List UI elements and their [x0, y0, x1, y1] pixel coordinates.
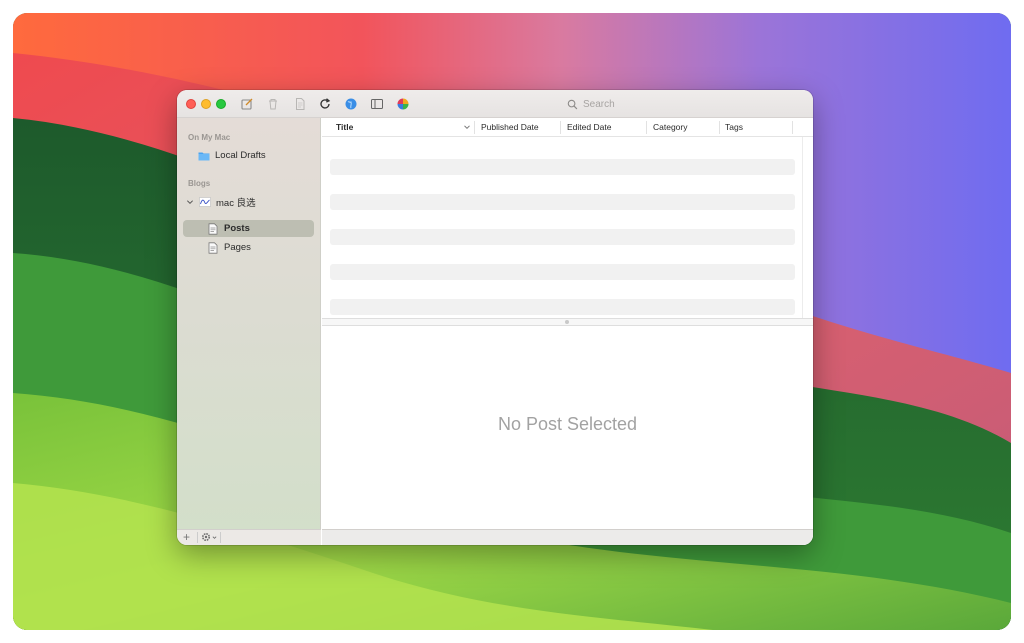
post-detail-pane: No Post Selected: [322, 326, 813, 529]
sidebar-item-label: Posts: [224, 223, 250, 234]
gear-icon: [201, 532, 211, 542]
content-footer: [322, 529, 813, 545]
add-button[interactable]: +: [183, 531, 190, 544]
blog-logo-icon: [199, 196, 211, 207]
close-window-button[interactable]: [186, 99, 196, 109]
action-menu-button[interactable]: [201, 532, 217, 542]
split-view-divider[interactable]: [322, 318, 813, 326]
sidebar: On My Mac Local Drafts Blogs mac 良选 Post…: [177, 118, 321, 545]
zoom-window-button[interactable]: [216, 99, 226, 109]
sidebar-toggle-icon[interactable]: [369, 96, 385, 112]
table-row[interactable]: [330, 159, 795, 175]
sidebar-item-blog[interactable]: mac 良选: [186, 193, 256, 210]
toolbar: Search: [177, 90, 813, 118]
sidebar-item-label: Local Drafts: [215, 150, 266, 161]
sidebar-item-posts[interactable]: Posts: [207, 220, 250, 237]
color-wheel-icon[interactable]: [395, 96, 411, 112]
folder-icon: [198, 152, 210, 160]
document-icon[interactable]: [292, 96, 308, 112]
sidebar-footer: +: [177, 529, 321, 545]
table-row[interactable]: [330, 299, 795, 315]
sidebar-item-label: Pages: [224, 242, 251, 253]
divider-handle[interactable]: [565, 320, 569, 324]
column-divider[interactable]: [474, 121, 475, 134]
empty-state-text: No Post Selected: [497, 414, 638, 434]
column-divider[interactable]: [719, 121, 720, 134]
sidebar-item-pages[interactable]: Pages: [207, 239, 251, 256]
content-area: Title Published Date Edited Date Categor…: [322, 118, 813, 545]
table-header: Title Published Date Edited Date Categor…: [322, 118, 813, 137]
section-heading-on-my-mac: On My Mac: [188, 133, 231, 142]
blog-name: mac 良选: [216, 197, 256, 209]
column-divider[interactable]: [560, 121, 561, 134]
trash-icon[interactable]: [265, 96, 281, 112]
column-header-tags[interactable]: Tags: [725, 122, 743, 132]
pages-document-icon: [208, 241, 218, 254]
table-row[interactable]: [330, 229, 795, 245]
footer-divider: [197, 532, 198, 543]
column-header-title[interactable]: Title: [336, 122, 353, 132]
chevron-down-icon: [212, 535, 217, 539]
globe-icon[interactable]: [343, 96, 359, 112]
posts-document-icon: [208, 222, 218, 235]
app-window: Search On My Mac Local Drafts Blogs mac …: [177, 90, 813, 545]
minimize-window-button[interactable]: [201, 99, 211, 109]
posts-list: [322, 137, 813, 318]
vertical-scrollbar[interactable]: [802, 137, 803, 318]
footer-divider: [220, 532, 221, 543]
chevron-down-icon[interactable]: [186, 198, 194, 206]
column-header-published-date[interactable]: Published Date: [481, 122, 539, 132]
column-header-edited-date[interactable]: Edited Date: [567, 122, 611, 132]
compose-icon[interactable]: [239, 96, 255, 112]
section-heading-blogs: Blogs: [188, 179, 211, 188]
refresh-icon[interactable]: [317, 96, 333, 112]
column-divider[interactable]: [792, 121, 793, 134]
column-divider[interactable]: [646, 121, 647, 134]
column-header-category[interactable]: Category: [653, 122, 688, 132]
search-placeholder: Search: [583, 98, 615, 110]
search-field[interactable]: Search: [567, 96, 667, 112]
sidebar-item-local-drafts[interactable]: Local Drafts: [198, 147, 266, 164]
table-row[interactable]: [330, 264, 795, 280]
sort-chevron-icon[interactable]: [463, 123, 471, 131]
table-row[interactable]: [330, 194, 795, 210]
search-icon: [567, 99, 578, 109]
